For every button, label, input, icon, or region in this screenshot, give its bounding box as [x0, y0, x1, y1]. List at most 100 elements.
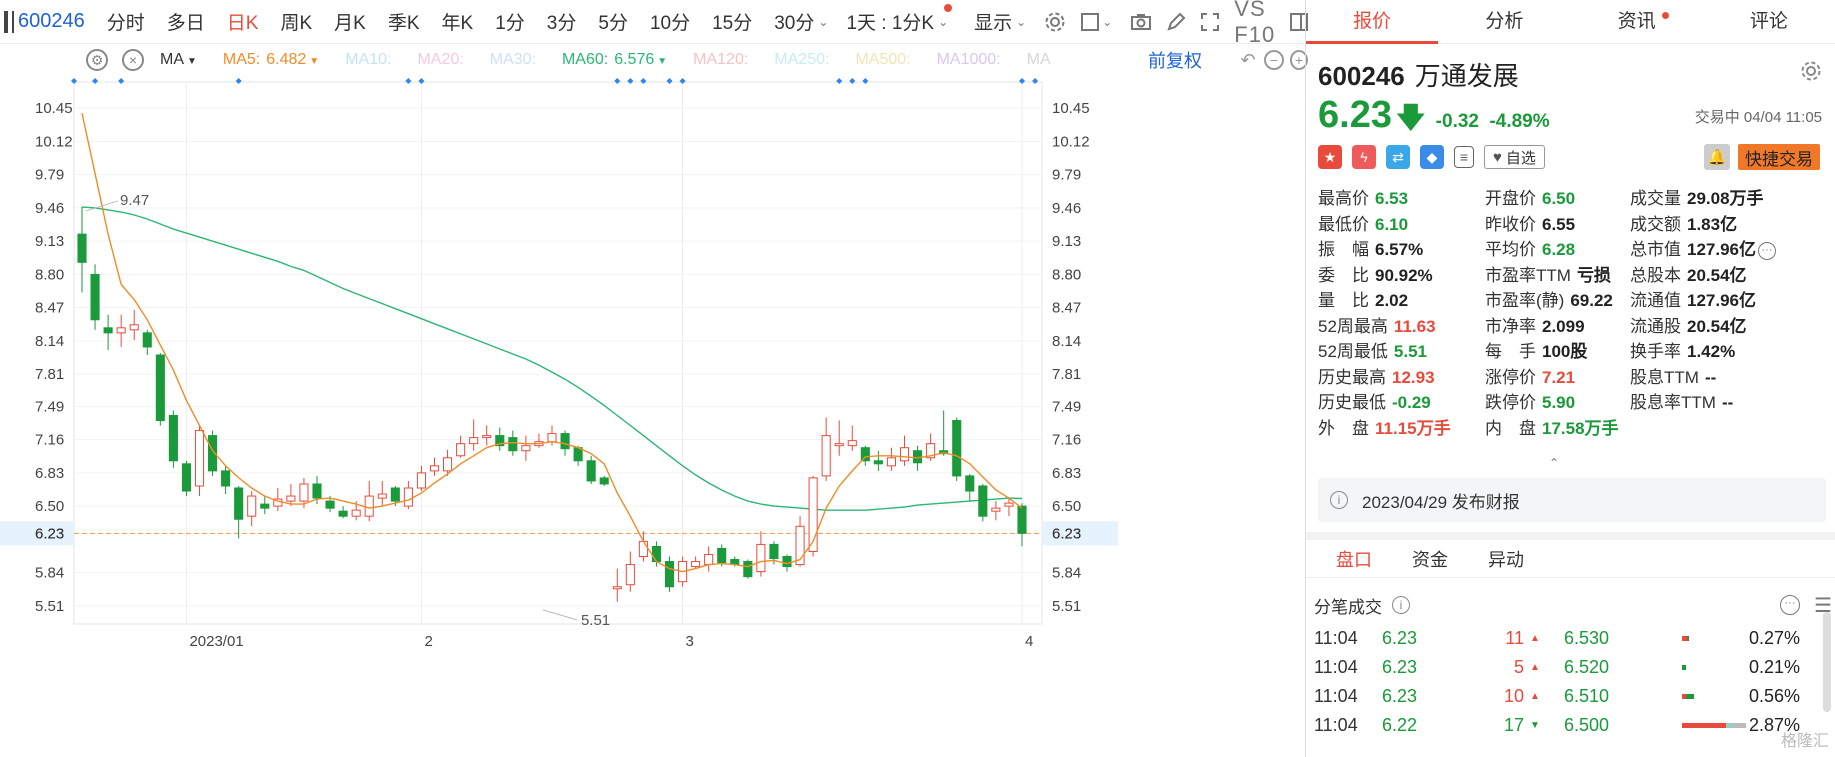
event-marker [405, 78, 412, 84]
indicator-select[interactable]: MA ▼ [160, 51, 197, 69]
bell-icon[interactable]: 🔔 [1704, 144, 1730, 170]
period-tab[interactable]: 3分 [547, 8, 577, 35]
period-tab[interactable]: 季K [388, 8, 420, 35]
color-square-icon[interactable] [1080, 10, 1100, 34]
quick-trade-button[interactable]: 快捷交易 [1738, 144, 1820, 170]
candle-body [560, 433, 570, 450]
ma-legend-item[interactable]: MA1000: [937, 51, 1001, 69]
ma-label: MA60: [561, 51, 609, 68]
watermark: 格隆汇 [1780, 733, 1829, 750]
vs-f10-icon[interactable]: VS F10 [1234, 0, 1275, 48]
ma-legend-item[interactable]: MA20: [417, 51, 463, 69]
stat-value: 2.02 [1375, 291, 1409, 311]
pencil-icon[interactable] [1166, 10, 1186, 34]
tab-orderbook[interactable]: 盘口 [1336, 546, 1372, 572]
tab-quote[interactable]: 报价 [1306, 0, 1439, 44]
close-icon[interactable]: × [122, 49, 144, 71]
arrow-down-icon: ▼ [1530, 720, 1540, 731]
camera-icon[interactable] [1130, 10, 1152, 34]
fullscreen-icon[interactable] [1200, 10, 1220, 34]
flag-icon[interactable]: ★ [1318, 145, 1342, 169]
ma-legend-item[interactable]: MA250: [774, 51, 829, 69]
y-tick-label-left: 6.83 [35, 465, 64, 482]
event-marker [1032, 78, 1039, 84]
chevron-down-icon[interactable]: ⌄ [818, 10, 828, 34]
display-menu[interactable]: 显示 [974, 8, 1012, 35]
period-tab[interactable]: 分时 [107, 8, 145, 35]
stat-label: 股息率TTM [1630, 393, 1716, 413]
period-tab[interactable]: 15分 [712, 8, 752, 35]
tab-comments[interactable]: 评论 [1703, 0, 1835, 43]
zoom-out-icon[interactable]: − [1264, 50, 1284, 70]
ma-legend-item[interactable]: MA120: [693, 51, 748, 69]
scrollbar[interactable] [1823, 612, 1831, 712]
ma-legend-item[interactable]: MA60: 6.576 ▼ [562, 51, 667, 69]
y-tick-label-right: 7.16 [1052, 432, 1081, 449]
stat-cell: 振 幅 6.57% [1318, 235, 1485, 260]
period-tab[interactable]: 5分 [598, 8, 628, 35]
period-tab[interactable]: 周K [280, 8, 312, 35]
ma-bar: ⚙ × MA ▼ MA5: 6.482 ▼ MA10: MA20: MA30: MA60: 6.… [0, 44, 1308, 76]
ticks-title: 分笔成交 [1314, 597, 1382, 617]
period-tab[interactable]: 多日 [167, 8, 205, 35]
stat-label: 平均价 [1485, 240, 1536, 260]
period-tab[interactable]: 10分 [650, 8, 690, 35]
stat-cell: 股息率TTM -- [1630, 388, 1797, 413]
stat-value: 6.28 [1542, 240, 1576, 260]
tag-icon[interactable]: ◆ [1420, 145, 1444, 169]
flash-icon[interactable]: ϟ [1352, 145, 1376, 169]
stat-cell: 外 盘 11.15万手 [1318, 414, 1485, 439]
chevron-down-icon[interactable]: ⌄ [1102, 10, 1112, 34]
y-tick-label-left: 8.14 [35, 333, 64, 350]
period-tab[interactable]: 年K [442, 8, 474, 35]
info-icon[interactable]: i [1392, 596, 1410, 614]
candle-body [704, 553, 714, 566]
event-marker [418, 78, 425, 84]
period-tab[interactable]: 30分 [774, 8, 814, 35]
ma-legend-item[interactable]: MA30: [490, 51, 536, 69]
stats-row: 最高价 6.53 开盘价 6.50 成交量 29.08万手 [1318, 184, 1828, 210]
more-icon[interactable]: ··· [1758, 241, 1776, 260]
settings-icon[interactable]: ⚙ [86, 49, 108, 71]
stats-row: 量 比 2.02 市盈率(静) 69.22 流通值 127.96亿 [1318, 286, 1828, 312]
ma-label: MA120: [693, 51, 749, 68]
trade-status: 交易中 04/04 11:05 [1694, 109, 1822, 126]
chevron-down-icon[interactable]: ⌄ [938, 3, 953, 34]
gear-icon[interactable] [1800, 60, 1822, 82]
add-watchlist-button[interactable]: ♥ 自选 [1484, 145, 1545, 169]
tab-news[interactable]: 资讯 [1571, 0, 1703, 43]
tab-analysis[interactable]: 分析 [1438, 0, 1570, 43]
stat-label: 52周最低 [1318, 342, 1388, 362]
interval-select[interactable]: 1天 : 1分K [846, 8, 934, 35]
kline-chart[interactable]: 10.45 10.45 10.12 10.12 9.79 9.79 9.46 9.46 9.13… [0, 76, 1305, 757]
tab-movers[interactable]: 异动 [1488, 546, 1524, 572]
ma-legend-item[interactable]: MA5: 6.482 ▼ [223, 51, 319, 69]
stat-cell: 跌停价 5.90 [1485, 388, 1630, 413]
chevron-down-icon[interactable]: ⌄ [1016, 10, 1026, 34]
report-notice[interactable]: i 2023/04/29 发布财报 [1318, 478, 1826, 522]
stat-label: 昨收价 [1485, 214, 1536, 234]
stat-label: 市净率 [1485, 316, 1536, 336]
y-tick-label-left: 7.16 [35, 432, 64, 449]
shuffle-icon[interactable]: ⇄ [1386, 145, 1410, 169]
undo-icon[interactable]: ↶ [1238, 50, 1258, 70]
note-icon[interactable]: ≡ [1454, 146, 1474, 168]
gear-icon[interactable] [1044, 10, 1066, 34]
annotation-low: 5.51 [581, 612, 610, 629]
candle-body [469, 437, 479, 445]
adjust-select[interactable]: 前复权 [1148, 47, 1202, 73]
candle-body [638, 540, 648, 558]
tick-level-price: 6.520 [1564, 657, 1610, 677]
more-icon[interactable]: ··· [1780, 595, 1800, 615]
period-tab[interactable]: 1分 [495, 8, 525, 35]
candle-body [991, 507, 1001, 512]
tab-funds[interactable]: 资金 [1412, 546, 1448, 572]
ma-legend-item[interactable]: MA10: [345, 51, 391, 69]
collapse-caret-icon[interactable]: ⌃ [1549, 456, 1559, 470]
period-tab[interactable]: 月K [334, 8, 366, 35]
ma-legend-item[interactable]: MA500: [855, 51, 910, 69]
period-tab-active[interactable]: 日K [227, 8, 259, 35]
ma-legend-item[interactable]: MA [1027, 51, 1051, 69]
tick-volume: 11 [1505, 628, 1524, 648]
sidebar-toggle-icon[interactable] [4, 10, 14, 33]
